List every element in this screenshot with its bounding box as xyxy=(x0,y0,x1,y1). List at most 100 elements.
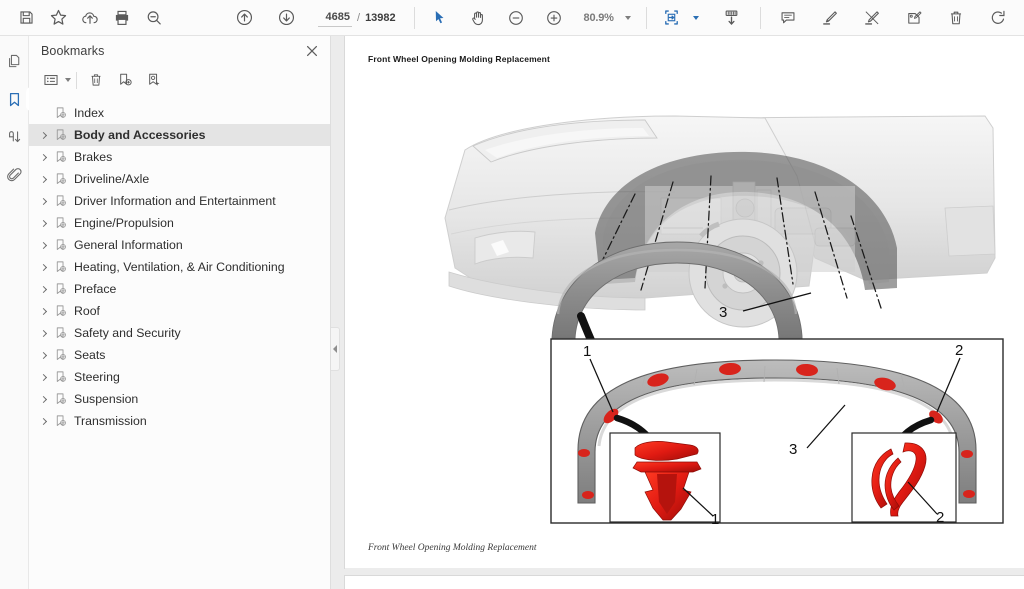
delete-bookmark-button[interactable] xyxy=(84,68,108,92)
bookmark-page-icon xyxy=(53,303,69,319)
scroll-mode-button[interactable] xyxy=(716,3,748,33)
bookmark-page-icon xyxy=(53,259,69,275)
favorite-button[interactable] xyxy=(42,3,74,33)
bookmark-item[interactable]: Transmission xyxy=(29,410,330,432)
bookmark-item[interactable]: Safety and Security xyxy=(29,322,330,344)
pdf-page: Front Wheel Opening Molding Replacement xyxy=(345,36,1024,568)
bookmark-page-icon xyxy=(53,325,69,341)
zoom-out-button[interactable] xyxy=(500,3,532,33)
page-separator: / xyxy=(357,11,361,24)
bookmark-item[interactable]: Index xyxy=(29,102,330,124)
goto-bookmark-button[interactable] xyxy=(142,68,166,92)
bookmark-options-button[interactable] xyxy=(39,68,63,92)
toolbar-divider-1 xyxy=(413,6,415,29)
comment-button[interactable] xyxy=(772,3,804,33)
bookmarks-toolbar xyxy=(29,65,330,95)
chevron-right-icon[interactable] xyxy=(37,216,51,230)
bookmark-item[interactable]: Preface xyxy=(29,278,330,300)
main-toolbar: / 13982 xyxy=(0,0,1024,36)
bookmark-label: Roof xyxy=(74,304,100,318)
chevron-right-icon[interactable] xyxy=(37,392,51,406)
select-tool-button[interactable] xyxy=(424,3,456,33)
page-number-box: / 13982 xyxy=(318,8,396,27)
panel-title: Bookmarks xyxy=(41,43,105,58)
zoom-in-button[interactable] xyxy=(538,3,570,33)
print-button[interactable] xyxy=(106,3,138,33)
rail-thumbnails[interactable] xyxy=(1,48,27,74)
chevron-right-icon[interactable] xyxy=(37,304,51,318)
bookmark-label: Safety and Security xyxy=(74,326,181,340)
page-gap xyxy=(345,568,1024,576)
bookmark-item[interactable]: Seats xyxy=(29,344,330,366)
zoom-level-label[interactable]: 80.9% xyxy=(578,12,620,24)
bookmark-item[interactable]: Driver Information and Entertainment xyxy=(29,190,330,212)
bookmark-page-icon xyxy=(53,105,69,121)
bookmark-page-icon xyxy=(53,237,69,253)
highlight-button[interactable] xyxy=(814,3,846,33)
chevron-left-icon xyxy=(333,345,337,353)
bookmark-item[interactable]: Suspension xyxy=(29,388,330,410)
search-button[interactable] xyxy=(138,3,170,33)
sidebar-rail xyxy=(0,36,31,589)
bookmark-item[interactable]: Body and Accessories xyxy=(29,124,330,146)
chevron-right-icon[interactable] xyxy=(37,238,51,252)
stamp-button[interactable] xyxy=(898,3,930,33)
chevron-right-icon[interactable] xyxy=(37,260,51,274)
erase-button[interactable] xyxy=(856,3,888,33)
toolbar-annotate-group xyxy=(772,0,1014,36)
bookmark-item[interactable]: Steering xyxy=(29,366,330,388)
current-page-input[interactable] xyxy=(318,8,352,27)
bookmark-page-icon xyxy=(53,193,69,209)
chevron-right-icon[interactable] xyxy=(37,348,51,362)
zoom-dropdown-button[interactable] xyxy=(620,5,636,31)
bookmark-page-icon xyxy=(53,413,69,429)
bookmark-label: Driveline/Axle xyxy=(74,172,150,186)
chevron-right-icon[interactable] xyxy=(37,194,51,208)
save-button[interactable] xyxy=(10,3,42,33)
pdf-page-next xyxy=(345,576,1024,589)
chevron-right-icon[interactable] xyxy=(37,172,51,186)
toolbar-divider-3 xyxy=(759,6,761,29)
add-bookmark-button[interactable] xyxy=(113,68,137,92)
chevron-right-icon[interactable] xyxy=(37,326,51,340)
toolbar-view-tools-group: 80.9% xyxy=(424,0,636,36)
bookmark-page-icon xyxy=(53,149,69,165)
bookmark-item[interactable]: Engine/Propulsion xyxy=(29,212,330,234)
bookmark-item[interactable]: Brakes xyxy=(29,146,330,168)
bookmarks-panel-header: Bookmarks xyxy=(29,36,330,65)
pan-tool-button[interactable] xyxy=(462,3,494,33)
panel-tool-divider xyxy=(76,71,77,89)
rail-attachments[interactable] xyxy=(1,162,27,188)
next-page-button[interactable] xyxy=(270,3,302,33)
toolbar-divider-2 xyxy=(645,6,647,29)
document-viewport[interactable]: Front Wheel Opening Molding Replacement xyxy=(331,36,1024,589)
bookmark-item[interactable]: Driveline/Axle xyxy=(29,168,330,190)
close-icon[interactable] xyxy=(303,42,321,60)
chevron-right-icon[interactable] xyxy=(37,414,51,428)
chevron-right-icon[interactable] xyxy=(37,150,51,164)
bookmark-label: Preface xyxy=(74,282,117,296)
inset-left: 1 xyxy=(609,432,721,528)
bookmark-page-icon xyxy=(53,391,69,407)
bookmark-item[interactable]: Heating, Ventilation, & Air Conditioning xyxy=(29,256,330,278)
bookmark-page-icon xyxy=(53,127,69,143)
bookmark-label: Brakes xyxy=(74,150,113,164)
delete-button[interactable] xyxy=(940,3,972,33)
chevron-down-icon[interactable] xyxy=(65,78,71,82)
rail-signatures[interactable] xyxy=(1,124,27,150)
rail-bookmarks[interactable] xyxy=(1,86,31,112)
previous-page-button[interactable] xyxy=(228,3,260,33)
bookmark-label: Suspension xyxy=(74,392,139,406)
rotate-button[interactable] xyxy=(982,3,1014,33)
chevron-down-icon xyxy=(624,15,631,20)
chevron-right-icon[interactable] xyxy=(37,128,51,142)
chevron-right-icon[interactable] xyxy=(37,282,51,296)
chevron-right-icon[interactable] xyxy=(37,370,51,384)
upload-button[interactable] xyxy=(74,3,106,33)
fit-page-button[interactable] xyxy=(656,3,688,33)
bookmark-item[interactable]: Roof xyxy=(29,300,330,322)
fit-dropdown-button[interactable] xyxy=(688,5,704,31)
collapse-panel-handle[interactable] xyxy=(331,327,340,371)
bookmark-item[interactable]: General Information xyxy=(29,234,330,256)
